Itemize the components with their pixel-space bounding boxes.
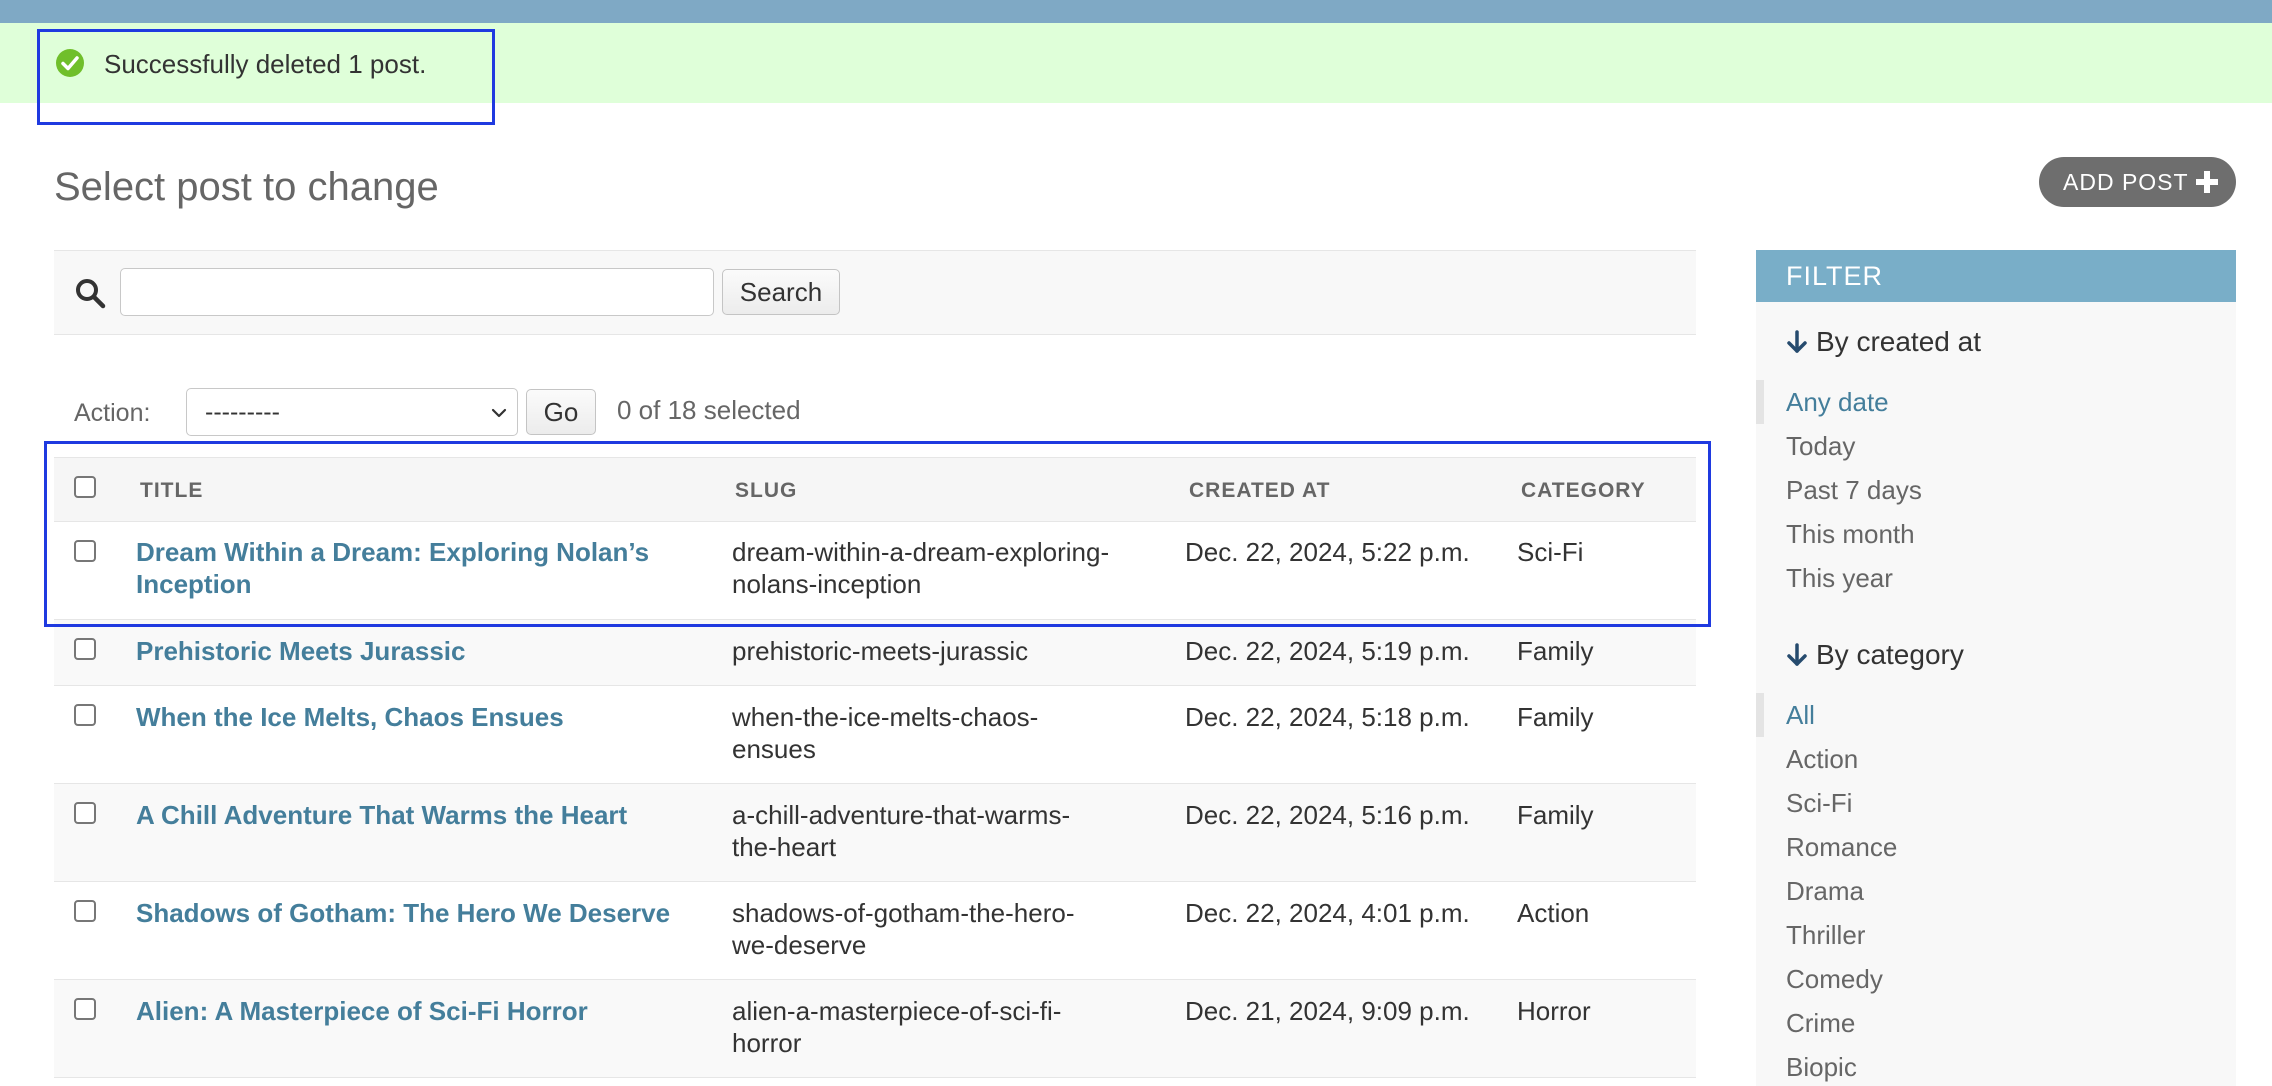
post-title-line: Dream Within a Dream: Exploring Nolan’s (136, 537, 650, 567)
column-header-created-at[interactable]: CREATED AT (1189, 479, 1330, 503)
selected-filter-marker (1756, 693, 1764, 737)
chevron-down-icon (491, 408, 507, 418)
arrow-down-icon[interactable] (1786, 329, 1808, 355)
row-checkbox[interactable] (74, 540, 96, 562)
post-title-link[interactable]: Dream Within a Dream: Exploring Nolan’s … (136, 536, 649, 600)
post-slug: shadows-of-gotham-the-hero- we-deserve (732, 897, 1075, 961)
post-slug: a-chill-adventure-that-warms- the-heart (732, 799, 1070, 863)
add-post-button[interactable]: ADD POST (2039, 157, 2236, 207)
post-slug-line: a-chill-adventure-that-warms- (732, 800, 1071, 830)
filter-option-biopic[interactable]: Biopic (1786, 1052, 1857, 1083)
post-title-link[interactable]: When the Ice Melts, Chaos Ensues (136, 701, 564, 733)
post-slug-line: ensues (732, 734, 816, 764)
row-checkbox[interactable] (74, 704, 96, 726)
filter-title-created-at: By created at (1786, 326, 1981, 358)
filter-option-sci-fi[interactable]: Sci-Fi (1786, 788, 1852, 819)
post-created-at: Dec. 22, 2024, 5:16 p.m. (1185, 800, 1470, 830)
filter-option-all[interactable]: All (1786, 700, 1815, 731)
column-header-category[interactable]: CATEGORY (1521, 479, 1646, 503)
post-slug-line: shadows-of-gotham-the-hero- (732, 898, 1075, 928)
filter-sidebar: FILTER By created at Any date Today Past… (1756, 250, 2236, 1086)
filter-option-thriller[interactable]: Thriller (1786, 920, 1865, 951)
post-created-at: Dec. 22, 2024, 5:22 p.m. (1185, 537, 1470, 567)
arrow-down-icon[interactable] (1786, 642, 1808, 668)
post-slug: prehistoric-meets-jurassic (732, 636, 1029, 666)
post-slug: alien-a-masterpiece-of-sci-fi- horror (732, 995, 1061, 1059)
filter-option-comedy[interactable]: Comedy (1786, 964, 1883, 995)
filter-title-label: By created at (1816, 326, 1981, 357)
post-slug-line: alien-a-masterpiece-of-sci-fi- (732, 996, 1062, 1026)
go-button[interactable]: Go (526, 389, 596, 435)
column-header-slug[interactable]: SLUG (735, 479, 797, 503)
table-row: Alien: A Masterpiece of Sci-Fi Horror al… (54, 980, 1696, 1078)
row-checkbox[interactable] (74, 900, 96, 922)
post-slug-line: horror (732, 1028, 802, 1058)
filter-option-crime[interactable]: Crime (1786, 1008, 1855, 1039)
plus-icon (2196, 171, 2218, 193)
post-slug: dream-within-a-dream-exploring- nolans-i… (732, 536, 1109, 600)
filter-title-label: By category (1816, 639, 1964, 670)
post-slug-line: the-heart (732, 832, 837, 862)
page-title: Select post to change (54, 165, 439, 209)
action-label: Action: (74, 399, 151, 427)
search-input[interactable] (120, 268, 714, 316)
filter-option-past-7-days[interactable]: Past 7 days (1786, 475, 1922, 506)
post-category: Family (1517, 800, 1594, 830)
search-button[interactable]: Search (722, 269, 840, 315)
post-category: Family (1517, 702, 1594, 732)
filter-option-any-date[interactable]: Any date (1786, 387, 1889, 418)
filter-option-action[interactable]: Action (1786, 744, 1858, 775)
table-row: Shadows of Gotham: The Hero We Deserve s… (54, 882, 1696, 980)
filter-header: FILTER (1756, 250, 2236, 302)
post-created-at: Dec. 21, 2024, 9:09 p.m. (1185, 996, 1470, 1026)
action-select[interactable]: --------- (186, 388, 518, 436)
search-icon (76, 279, 106, 309)
row-checkbox[interactable] (74, 998, 96, 1020)
checkmark-circle-icon (56, 49, 84, 77)
row-checkbox[interactable] (74, 802, 96, 824)
top-header-bar (0, 0, 2272, 23)
select-all-checkbox[interactable] (74, 476, 96, 498)
table-row: Prehistoric Meets Jurassic prehistoric-m… (54, 620, 1696, 686)
post-slug: when-the-ice-melts-chaos- ensues (732, 701, 1038, 765)
column-header-title[interactable]: TITLE (140, 479, 203, 503)
table-row: Dream Within a Dream: Exploring Nolan’s … (54, 522, 1696, 620)
row-checkbox[interactable] (74, 638, 96, 660)
filter-option-drama[interactable]: Drama (1786, 876, 1864, 907)
post-title-link[interactable]: Shadows of Gotham: The Hero We Deserve (136, 897, 670, 929)
table-row: A Chill Adventure That Warms the Heart a… (54, 784, 1696, 882)
post-created-at: Dec. 22, 2024, 5:18 p.m. (1185, 702, 1470, 732)
post-title-link[interactable]: Prehistoric Meets Jurassic (136, 635, 466, 667)
post-category: Action (1517, 898, 1590, 928)
post-title-link[interactable]: A Chill Adventure That Warms the Heart (136, 799, 627, 831)
table-header: TITLE SLUG CREATED AT CATEGORY (54, 457, 1696, 522)
add-post-label: ADD POST (2063, 168, 2189, 195)
post-created-at: Dec. 22, 2024, 5:19 p.m. (1185, 636, 1470, 666)
post-title-link[interactable]: Alien: A Masterpiece of Sci-Fi Horror (136, 995, 588, 1027)
post-slug-line: we-deserve (732, 930, 867, 960)
post-created-at: Dec. 22, 2024, 4:01 p.m. (1185, 898, 1470, 928)
action-select-value: --------- (205, 397, 280, 426)
filter-option-this-month[interactable]: This month (1786, 519, 1915, 550)
selected-filter-marker (1756, 380, 1764, 424)
post-category: Sci-Fi (1517, 537, 1584, 567)
filter-option-today[interactable]: Today (1786, 431, 1855, 462)
filter-title-category: By category (1786, 639, 1964, 671)
success-message-text: Successfully deleted 1 post. (104, 49, 427, 79)
selected-count: 0 of 18 selected (617, 395, 801, 425)
post-slug-line: dream-within-a-dream-exploring- (732, 537, 1110, 567)
post-category: Family (1517, 636, 1594, 666)
search-toolbar: Search (54, 250, 1696, 335)
post-slug-line: nolans-inception (732, 569, 922, 599)
post-title-line: Inception (136, 569, 252, 599)
table-row: When the Ice Melts, Chaos Ensues when-th… (54, 686, 1696, 784)
filter-option-this-year[interactable]: This year (1786, 563, 1893, 594)
post-slug-line: when-the-ice-melts-chaos- (732, 702, 1039, 732)
filter-option-romance[interactable]: Romance (1786, 832, 1897, 863)
post-category: Horror (1517, 996, 1591, 1026)
